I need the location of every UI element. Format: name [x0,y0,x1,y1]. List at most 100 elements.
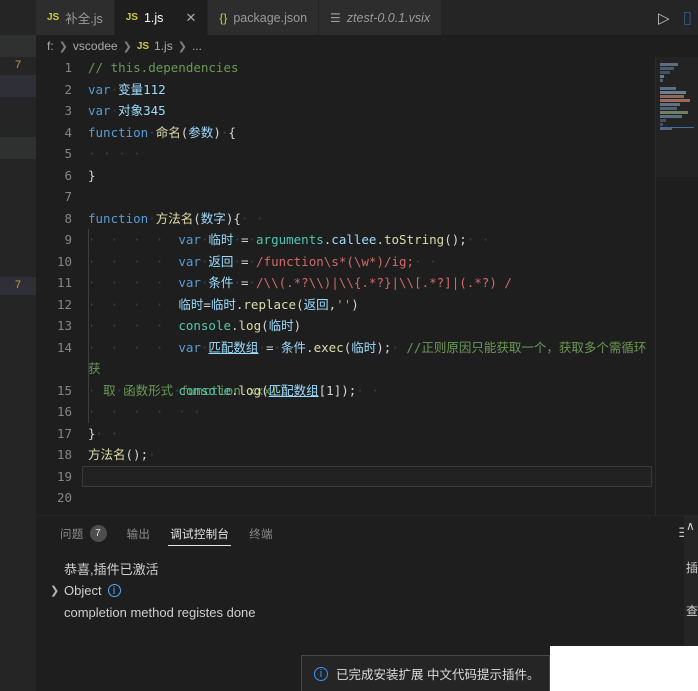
code-token: · · [466,232,490,247]
code-line-content[interactable]: function·方法名(数字){· · [82,208,656,230]
breadcrumb-item[interactable]: f: [47,39,54,53]
editor-tab-1-js[interactable]: JS 1.js ✕ [114,0,209,35]
breadcrumb-item[interactable]: ... [192,39,202,53]
line-number: 4 [64,124,72,140]
code-line-content[interactable]: · · · · var·临时·=·arguments.callee.toStri… [82,229,656,251]
code-editor[interactable]: 1// this.dependencies 2 var·变量112 3 var·对象34… [36,57,698,515]
code-line-content[interactable]: · · · · console.log(临时) [82,315,656,337]
code-line-row[interactable]: 7 [36,186,656,208]
split-editor-button[interactable]: ▯ [683,8,692,28]
code-line-content[interactable]: // this.dependencies [82,57,656,79]
console-row[interactable]: 恭喜,插件已激活 [36,557,698,579]
minimap-line [660,79,663,82]
code-line-row[interactable]: 18 方法名();· [36,444,656,466]
code-line-row[interactable]: 1 // this.dependencies [36,57,656,79]
code-line-content[interactable]: · · · · [82,143,656,165]
sidebar-row-3[interactable] [0,75,36,97]
code-token: 返回 [208,253,234,269]
code-line-row[interactable]: 2 var·变量112 [36,79,656,101]
sidebar-row-5[interactable] [0,137,36,159]
code-line-row[interactable]: 17}· · [36,423,656,445]
code-line-content[interactable]: · · · · 临时=临时.replace(返回,'') [82,293,656,315]
breadcrumb-item[interactable]: vscodee [73,39,118,53]
sidebar-row-7[interactable]: 7 [0,277,36,295]
code-line-row[interactable]: 19 [36,465,656,488]
breadcrumb-item[interactable]: 1.js [154,39,173,53]
code-line-row[interactable]: 10 · · · · var·返回·=·/function\s*(\w*)/ig;… [36,250,656,272]
code-line-content[interactable]: · · · · · · [82,401,656,423]
editor-tab-package-json[interactable]: {} package.json [208,0,320,35]
code-token: · · · · [88,339,179,355]
code-token: · · [356,382,379,398]
code-line-row[interactable]: 13 · · · · console.log(临时) [36,315,656,337]
code-line-row[interactable]: 14 · · · · var·匹配数组·=·条件.exec(临时);· //正则原… [36,336,656,401]
code-token: var [178,339,201,355]
editor-tab-ztest-0-0-1-vsix[interactable]: ☰ ztest-0.0.1.vsix [319,0,443,35]
sidebar-row-8[interactable] [0,295,36,691]
code-line-content[interactable]: var·变量112 [82,79,656,101]
sidebar-row-2[interactable]: 7 [0,57,36,75]
info-icon: i [314,666,328,681]
panel-tab-问题[interactable]: 问题 7 [50,516,117,551]
close-icon[interactable]: ✕ [185,11,196,24]
code-line-content[interactable]: 方法名();· [82,444,656,466]
console-row[interactable]: ❯ Object i [36,579,698,601]
code-token: { [228,124,236,140]
code-line-content[interactable] [82,465,652,487]
breadcrumb[interactable]: f: ❯ vscodee ❯ JS 1.js ❯... [36,35,698,57]
editor-tab--js[interactable]: JS 补全.js [36,0,115,35]
indent-guide [88,250,89,272]
info-icon[interactable]: i [107,583,121,597]
code-line-row[interactable]: 5 · · · · [36,143,656,165]
code-line-content[interactable]: }· · [82,423,656,445]
line-number: 2 [64,81,72,97]
code-line-row[interactable]: 16 · · · · · · [36,401,656,423]
code-line-row[interactable]: 4 function·命名(参数)·{ [36,122,656,144]
sidebar-row-1[interactable] [0,35,36,57]
code-line-content[interactable]: · · · · var·条件·=·/\\(.*?\\)|\\{.*?}|\\[.… [82,272,656,294]
console-row-text: Object [64,582,102,598]
sidebar-strip[interactable]: 77 [0,0,36,691]
line-number: 14 [56,339,72,355]
tab-label: package.json [233,10,308,25]
sidebar-badge: 7 [14,279,22,291]
panel-tab-输出[interactable]: 输出 [117,516,161,551]
code-token: ) [213,124,221,140]
code-token: ){ [225,210,241,226]
code-line-row[interactable]: 6} [36,165,656,187]
code-token: function [88,124,149,140]
line-number: 15 [56,382,72,398]
code-token: } [88,425,96,441]
minimap[interactable] [656,57,698,515]
code-line-row[interactable]: 9 · · · · var·临时·=·arguments.callee.toStr… [36,229,656,251]
chevron-right-icon[interactable]: ❯ [50,584,59,597]
console-row-text: completion method registes done [64,604,256,620]
run-button[interactable]: ▷ [658,9,670,27]
code-token: var [88,103,111,118]
notification-toast[interactable]: i 已完成安装扩展 中文代码提示插件。 [301,655,550,691]
indent-guide [88,272,89,294]
minimap-line [660,63,678,66]
right-panel-text: 插 [686,561,698,575]
line-number: 19 [56,468,72,484]
panel-tab-调试控制台[interactable]: 调试控制台 [160,516,239,551]
code-line-content[interactable]: · · · · console.log(匹配数组[1]);· · [82,379,656,401]
code-line-content[interactable]: } [82,165,656,187]
sidebar-row-6[interactable] [0,159,36,277]
code-line-row[interactable]: 3 var·对象345 [36,100,656,122]
code-line-row[interactable]: 15 · · · · console.log(匹配数组[1]);· · [36,379,656,401]
code-lines[interactable]: 1// this.dependencies 2 var·变量112 3 var·对象34… [36,57,656,515]
code-line-row[interactable]: 20 [36,487,656,509]
sidebar-row-0[interactable] [0,0,36,35]
white-overlay-region [550,646,698,691]
code-line-content[interactable]: var·对象345 [82,100,656,122]
code-line-content[interactable]: function·命名(参数)·{ [82,122,656,144]
console-row[interactable]: completion method registes done [36,601,698,623]
code-line-row[interactable]: 11 · · · · var·条件·=·/\\(.*?\\)|\\{.*?}|\\… [36,272,656,294]
code-line-content[interactable]: · · · · var·返回·=·/function\s*(\w*)/ig;· … [82,250,656,272]
code-line-row[interactable]: 12 · · · · 临时=临时.replace(返回,'') [36,293,656,315]
code-line-row[interactable]: 8 function·方法名(数字){· · [36,208,656,230]
minimap-line [660,107,677,110]
sidebar-row-4[interactable] [0,97,36,137]
panel-tab-终端[interactable]: 终端 [239,516,283,551]
